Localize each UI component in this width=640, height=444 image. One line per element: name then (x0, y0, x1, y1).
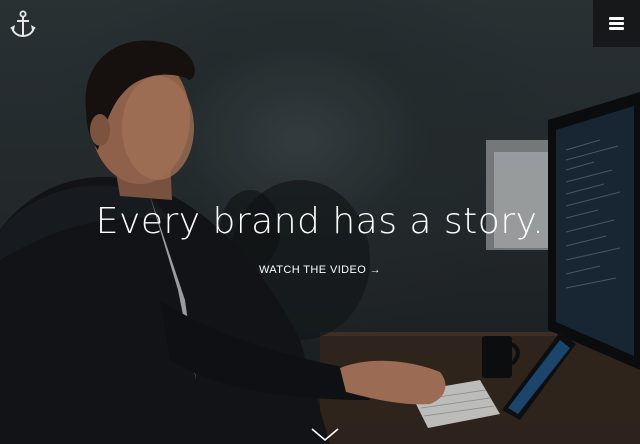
menu-button[interactable] (593, 0, 640, 47)
watch-video-link[interactable]: WATCH THE VIDEO → (259, 264, 381, 276)
hero-headline: Every brand has a story. (95, 201, 545, 242)
cta-container: WATCH THE VIDEO → (0, 260, 640, 278)
hero-section: Every brand has a story. WATCH THE VIDEO… (0, 0, 640, 444)
anchor-icon[interactable] (10, 10, 36, 38)
chevron-down-icon[interactable] (310, 426, 340, 442)
hamburger-menu-icon (609, 17, 624, 30)
